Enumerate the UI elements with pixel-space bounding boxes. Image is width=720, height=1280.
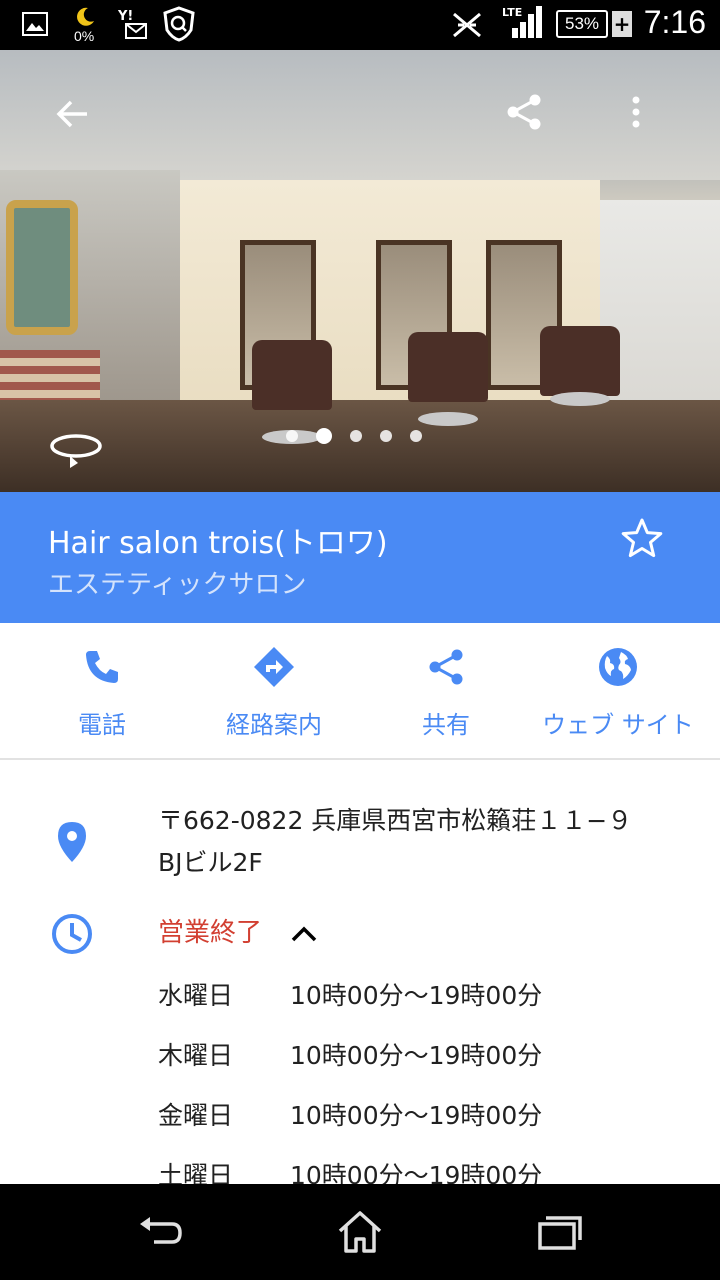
pager-dot [286, 430, 298, 442]
network-type: LTE [502, 6, 522, 19]
nav-recents-button[interactable] [530, 1204, 590, 1260]
place-photo[interactable] [0, 50, 720, 492]
website-label: ウェブ サイト [542, 711, 694, 739]
place-header: Hair salon trois(トロワ) エステティックサロン [0, 492, 720, 623]
chevron-up-icon[interactable] [290, 922, 318, 946]
hours-time: 10時00分〜19時00分 [290, 981, 543, 1010]
back-icon [140, 1217, 182, 1244]
system-nav-bar [0, 1184, 720, 1280]
home-icon [338, 1211, 382, 1253]
shield-icon [162, 6, 196, 46]
battery-icon: 53% [556, 10, 608, 38]
photo-chair [252, 340, 332, 410]
pager-dot [410, 430, 422, 442]
pager-dot [380, 430, 392, 442]
hours-time: 10時00分〜19時00分 [290, 1041, 543, 1070]
battery-charging-plus: + [612, 11, 632, 37]
clock-icon [50, 912, 94, 956]
photo-pager [286, 428, 422, 444]
star-icon [621, 518, 663, 558]
more-options-button[interactable] [612, 88, 660, 136]
address[interactable]: 〒662-0822 兵庫県西宮市松籟荘１１−９ BJビル2F [158, 800, 688, 884]
share-icon [424, 645, 468, 689]
globe-icon [596, 645, 640, 689]
back-button[interactable] [48, 90, 96, 138]
photo-chair-base [550, 392, 610, 406]
save-star-button[interactable] [620, 516, 664, 560]
more-vert-icon [632, 96, 640, 128]
photo-chair [540, 326, 620, 396]
svg-text:Y!: Y! [118, 9, 133, 24]
arrow-back-icon [56, 100, 87, 128]
signal-icon: LTE [500, 4, 546, 44]
call-button[interactable]: 電話 [52, 623, 152, 760]
hours-day: 木曜日 [158, 1041, 234, 1070]
status-bar: 0% Y! LTE 53% + 7:16 [0, 0, 720, 50]
nav-back-button[interactable] [130, 1204, 190, 1260]
hours-status[interactable]: 営業終了 [158, 912, 262, 949]
gallery-icon [22, 12, 48, 40]
photo-chair [408, 332, 488, 402]
address-line-2: BJビル2F [158, 848, 263, 877]
photo-chair-base [418, 412, 478, 426]
location-pin-icon [50, 820, 94, 864]
hours-day: 金曜日 [158, 1101, 234, 1130]
share-icon [507, 94, 541, 130]
directions-button[interactable]: 経路案内 [204, 623, 344, 760]
share-action-button[interactable]: 共有 [396, 623, 496, 760]
moon-percent: 0% [74, 28, 95, 44]
website-button[interactable]: ウェブ サイト [530, 623, 706, 760]
share-button[interactable] [500, 88, 548, 136]
action-row: 電話 経路案内 共有 ウェブ サイト [0, 623, 720, 760]
hours-time: 10時00分〜19時00分 [290, 1101, 543, 1130]
call-label: 電話 [78, 711, 126, 739]
photo-mirror-frame [6, 200, 78, 335]
recents-icon [538, 1216, 582, 1250]
place-name: Hair salon trois(トロワ) [48, 526, 388, 561]
phone-icon [80, 645, 124, 689]
hours-day: 水曜日 [158, 981, 234, 1010]
directions-label: 経路案内 [226, 711, 322, 739]
directions-icon [252, 645, 296, 689]
place-category: エステティックサロン [48, 570, 307, 600]
photo-floor [0, 400, 720, 492]
pager-dot [350, 430, 362, 442]
photo-360-button[interactable] [46, 428, 106, 472]
no-signal-icon [450, 10, 484, 44]
yahoo-mail-icon: Y! [117, 8, 148, 44]
360-rotate-icon [50, 434, 102, 468]
address-line-1: 〒662-0822 兵庫県西宮市松籟荘１１−９ [158, 806, 633, 835]
pager-dot-active [316, 428, 332, 444]
clock: 7:16 [643, 4, 706, 40]
share-label: 共有 [422, 711, 470, 739]
nav-home-button[interactable] [330, 1204, 390, 1260]
